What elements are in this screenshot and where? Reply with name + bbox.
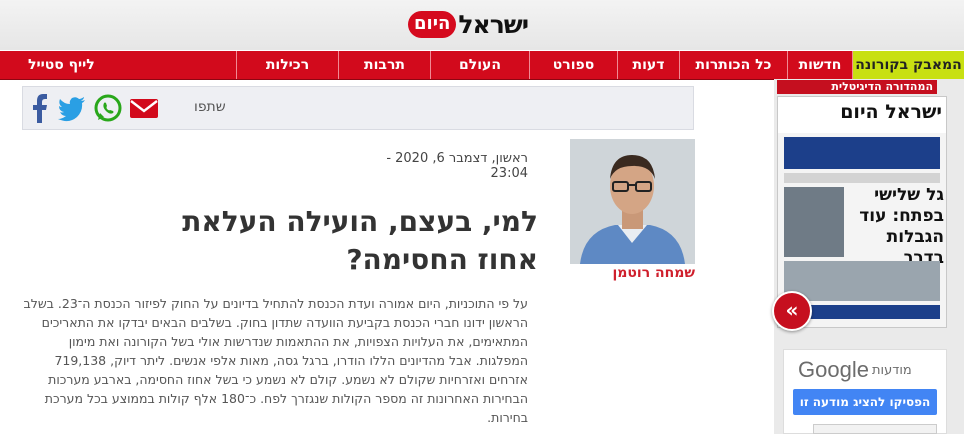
logo-word: ישראל xyxy=(458,9,529,39)
nav-item-news[interactable]: חדשות xyxy=(787,51,852,79)
twitter-icon[interactable] xyxy=(57,93,87,123)
paper-logo: ישראל היום xyxy=(840,101,942,123)
nav-item-opinions[interactable]: דעות xyxy=(617,51,679,79)
stop-ad-button[interactable]: הפסיקו להציג מודעה זו xyxy=(793,389,937,415)
nav-item-corona[interactable]: המאבק בקורונה xyxy=(852,51,964,79)
digital-edition-label[interactable]: המהדורה הדיגיטלית xyxy=(777,80,937,94)
nav-item-gossip[interactable]: רכילות xyxy=(236,51,338,79)
nav-item-world[interactable]: העולם xyxy=(430,51,529,79)
author-name[interactable]: שמחה רוטמן xyxy=(570,265,695,281)
mail-icon[interactable] xyxy=(129,93,159,123)
paper-headline-line-2: בפתח: עוד xyxy=(859,206,944,226)
facebook-icon[interactable] xyxy=(25,93,55,123)
next-arrow-button[interactable]: « xyxy=(772,291,812,331)
paper-masthead: ישראל היום xyxy=(778,97,946,133)
article-body: על פי התוכניות, היום אמורה ועדת הכנסת לה… xyxy=(23,296,529,425)
ad-label: מודעות xyxy=(872,363,912,378)
whatsapp-icon[interactable] xyxy=(93,93,123,123)
paper-main-headline: גל שלישי בפתח: עוד הגבלות בדרך xyxy=(844,185,944,269)
nav-item-headlines[interactable]: כל הכותרות xyxy=(679,51,787,79)
share-bar: שתפו xyxy=(22,86,694,130)
paper-strip xyxy=(784,173,940,183)
site-logo[interactable]: ישראל היום xyxy=(408,4,529,44)
article-headline: למי, בעצם, הועילה העלאת אחוז החסימה? xyxy=(182,205,538,276)
share-label: שתפו xyxy=(194,99,226,115)
article-date: ראשון, דצמבר 6, 2020 - 23:04 xyxy=(386,151,528,181)
paper-photo xyxy=(784,187,844,257)
author-portrait xyxy=(570,139,695,264)
google-logo: Google xyxy=(798,357,869,382)
nav-item-culture[interactable]: תרבות xyxy=(338,51,430,79)
paper-photo-strip xyxy=(784,261,940,301)
paper-headline-line-1: גל שלישי xyxy=(874,185,944,205)
nav-item-sport[interactable]: ספורט xyxy=(529,51,617,79)
nav-item-lifestyle[interactable]: לייף סטייל xyxy=(0,51,236,79)
paper-top-story xyxy=(784,137,940,169)
logo-badge: היום xyxy=(408,10,457,38)
ad-second-button[interactable] xyxy=(813,424,937,434)
main-nav: המאבק בקורונה חדשות כל הכותרות דעות ספור… xyxy=(0,51,964,80)
author-photo[interactable] xyxy=(570,139,695,264)
